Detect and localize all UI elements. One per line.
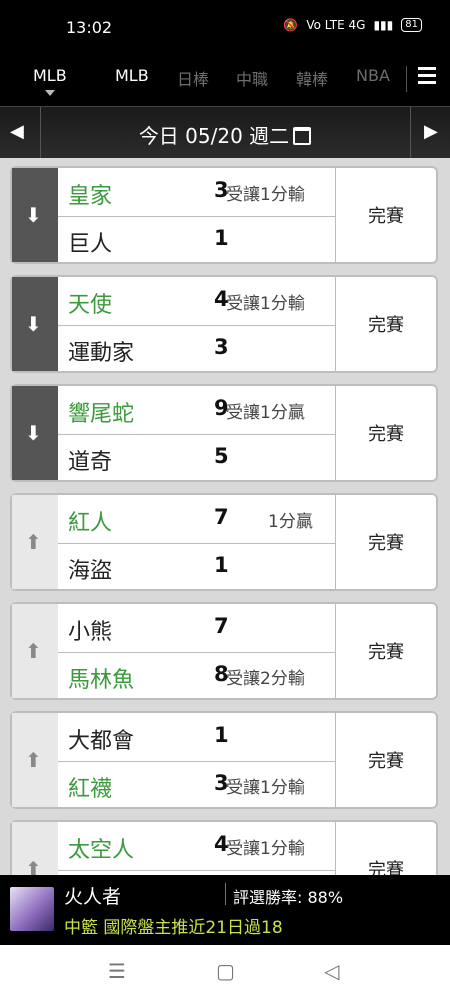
team-row: 運動家 3	[58, 325, 335, 373]
spread-result: 受讓1分輸	[226, 839, 305, 859]
arrow-up-icon: ⬆	[25, 530, 42, 554]
trend-indicator: ⬆	[12, 604, 58, 698]
team-name: 巨人	[68, 232, 113, 257]
back-nav-icon[interactable]: ◁	[324, 959, 339, 983]
team-score: 1	[214, 723, 229, 747]
game-status: 完賽	[368, 642, 404, 663]
tab-kbo[interactable]: 韓棒	[296, 66, 328, 90]
date-label[interactable]: 今日 05/20 週二	[0, 120, 450, 149]
league-tabs: MLB MLB 日棒 中職 韓棒 NBA	[0, 56, 450, 106]
battery-icon: 81	[401, 18, 422, 32]
game-card[interactable]: ⬇ 皇家 3 受讓1分輸巨人 1 完賽	[10, 166, 438, 264]
trend-indicator: ⬆	[12, 822, 58, 875]
tab-mlb-active[interactable]: MLB	[33, 66, 67, 85]
chevron-down-icon	[45, 90, 55, 96]
right-arrow-icon[interactable]: ▶	[424, 121, 438, 142]
signal-icon: ▮▮▮	[373, 18, 394, 32]
team-score: 1	[214, 553, 229, 577]
team-score: 7	[214, 505, 229, 529]
team-row: 小熊 7	[58, 604, 335, 653]
arrow-up-icon: ⬆	[25, 639, 42, 663]
team-name: 響尾蛇	[68, 402, 135, 427]
trend-indicator: ⬇	[12, 168, 58, 262]
game-status: 完賽	[368, 751, 404, 772]
promo-banner[interactable]: 火人者 評選勝率: 88% 中籃 國際盤主推近21日過18	[0, 875, 450, 945]
tipster-name: 火人者	[64, 886, 122, 908]
team-row: 天使 4 受讓1分輸	[58, 277, 335, 326]
team-name: 運動家	[68, 341, 135, 366]
tab-mlb[interactable]: MLB	[115, 66, 149, 85]
team-name: 紅人	[68, 511, 113, 536]
status-bar: 13:02 🔕 Vo LTE 4G ▮▮▮ 81	[0, 0, 450, 56]
hamburger-icon[interactable]	[418, 67, 436, 88]
game-status: 完賽	[368, 424, 404, 445]
team-score: 3	[214, 335, 229, 359]
arrow-down-icon: ⬇	[25, 421, 42, 445]
tab-npb[interactable]: 日棒	[177, 66, 209, 90]
trend-indicator: ⬆	[12, 713, 58, 807]
status-time: 13:02	[66, 18, 113, 37]
status-icons: 🔕 Vo LTE 4G ▮▮▮ 81	[283, 18, 422, 32]
calendar-icon	[293, 126, 312, 145]
team-score: 5	[214, 444, 229, 468]
spread-result: 受讓2分輸	[226, 669, 305, 689]
arrow-down-icon: ⬇	[25, 203, 42, 227]
game-status: 完賽	[368, 315, 404, 336]
mute-icon: 🔕	[283, 18, 299, 32]
arrow-down-icon: ⬇	[25, 312, 42, 336]
team-name: 太空人	[68, 838, 135, 863]
trend-indicator: ⬇	[12, 277, 58, 371]
game-card[interactable]: ⬆ 紅人 7 1分贏海盜 1 完賽	[10, 493, 438, 591]
team-row: 大都會 1	[58, 713, 335, 762]
game-status: 完賽	[368, 860, 404, 875]
game-card[interactable]: ⬆ 小熊 7 馬林魚 8 受讓2分輸 完賽	[10, 602, 438, 700]
team-row: 海盜 1	[58, 543, 335, 591]
spread-result: 1分贏	[268, 512, 313, 532]
avatar	[10, 887, 54, 931]
team-name: 海盜	[68, 559, 113, 584]
team-name: 小熊	[68, 620, 113, 645]
spread-result: 受讓1分贏	[226, 403, 305, 423]
tab-cpbl[interactable]: 中職	[236, 66, 268, 90]
team-row: 響尾蛇 9 受讓1分贏	[58, 386, 335, 435]
home-nav-icon[interactable]: ▢	[216, 959, 235, 983]
network-indicator: Vo LTE 4G	[306, 18, 366, 32]
game-status: 完賽	[368, 206, 404, 227]
team-row: 太空人 4 受讓1分輸	[58, 822, 335, 871]
tab-divider	[406, 66, 407, 92]
team-name: 天使	[68, 293, 113, 318]
date-bar: ◀ 今日 05/20 週二 ▶	[0, 106, 450, 160]
team-name: 大都會	[68, 729, 135, 754]
game-card[interactable]: ⬇ 天使 4 受讓1分輸運動家 3 完賽	[10, 275, 438, 373]
team-row: 紅人 7 1分贏	[58, 495, 335, 544]
menu-nav-icon[interactable]: ☰	[108, 959, 126, 983]
team-row: 巨人 1	[58, 216, 335, 264]
tab-nba[interactable]: NBA	[356, 66, 390, 85]
game-card[interactable]: ⬇ 響尾蛇 9 受讓1分贏道奇 5 完賽	[10, 384, 438, 482]
game-card[interactable]: ⬆ 太空人 4 受讓1分輸完賽	[10, 820, 438, 875]
game-card[interactable]: ⬆ 大都會 1 紅襪 3 受讓1分輸 完賽	[10, 711, 438, 809]
team-score: 7	[214, 614, 229, 638]
game-status: 完賽	[368, 533, 404, 554]
banner-news: 中籃 國際盤主推近21日過18	[64, 918, 283, 938]
team-row: 紅襪 3 受讓1分輸	[58, 761, 335, 809]
arrow-up-icon: ⬆	[25, 857, 42, 875]
team-name: 道奇	[68, 450, 113, 475]
team-row: 馬林魚 8 受讓2分輸	[58, 652, 335, 700]
arrow-up-icon: ⬆	[25, 748, 42, 772]
team-name: 馬林魚	[68, 668, 135, 693]
team-name: 紅襪	[68, 777, 113, 802]
spread-result: 受讓1分輸	[226, 778, 305, 798]
win-rate: 評選勝率: 88%	[233, 888, 344, 907]
game-list: ⬇ 皇家 3 受讓1分輸 巨人 1 完賽 ⬇ 天使 4 受讓1分輸 運動家 3 完賽 ⬇ 響尾蛇 9 受讓1分贏道…	[0, 158, 450, 875]
spread-result: 受讓1分輸	[226, 294, 305, 314]
team-row: 道奇 5	[58, 434, 335, 482]
team-score: 1	[214, 226, 229, 250]
trend-indicator: ⬆	[12, 495, 58, 589]
team-row: 皇家 3 受讓1分輸	[58, 168, 335, 217]
system-nav-bar: ☰ ▢ ◁	[0, 945, 450, 1000]
trend-indicator: ⬇	[12, 386, 58, 480]
spread-result: 受讓1分輸	[226, 185, 305, 205]
team-name: 皇家	[68, 184, 113, 209]
